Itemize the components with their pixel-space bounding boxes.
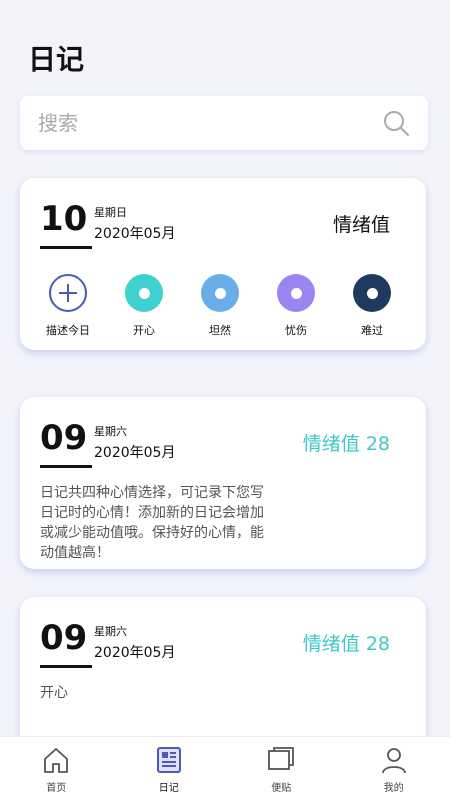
today-card: 10 星期日 2020年05月 情绪值 描述今日 开心 坦然 忧伤 难过 [20, 178, 426, 350]
nav-label: 我的 [383, 783, 404, 794]
nav-label: 日记 [158, 783, 179, 794]
mood-option-happy[interactable]: 开心 [106, 274, 182, 338]
weekday-label: 星期六 [94, 625, 127, 638]
home-icon[interactable] [41, 745, 71, 775]
day-underline [40, 465, 92, 468]
mood-selector: 描述今日 开心 坦然 忧伤 难过 [20, 274, 426, 338]
nav-item-home[interactable]: 首页 [0, 737, 113, 800]
day-underline [40, 665, 92, 668]
weekday-label: 星期日 [94, 206, 127, 219]
profile-icon[interactable] [379, 745, 409, 775]
add-icon[interactable] [49, 274, 87, 312]
mood-label: 开心 [133, 324, 155, 337]
bottom-nav: 首页 日记 便贴 我的 [0, 736, 450, 800]
page-title: 日记 [28, 43, 85, 76]
calm-mood-icon[interactable] [201, 274, 239, 312]
sticky-note-icon[interactable] [266, 745, 296, 775]
mood-label: 难过 [361, 324, 383, 337]
sad-mood-icon[interactable] [277, 274, 315, 312]
year-month-label: 2020年05月 [94, 445, 176, 461]
mood-score: 情绪值 28 [302, 433, 390, 455]
search-icon[interactable] [382, 109, 410, 137]
year-month-label: 2020年05月 [94, 226, 176, 242]
year-month-label: 2020年05月 [94, 645, 176, 661]
mood-label: 坦然 [209, 324, 231, 337]
mood-label: 描述今日 [46, 324, 90, 337]
upset-mood-icon[interactable] [353, 274, 391, 312]
nav-item-diary[interactable]: 日记 [113, 737, 226, 800]
entry-text: 开心 [40, 685, 68, 701]
mood-option-sad[interactable]: 忧伤 [258, 274, 334, 338]
diary-entry-card[interactable]: 09 星期六 2020年05月 情绪值 28 日记共四种心情选择，可记录下您写日… [20, 397, 426, 569]
weekday-label: 星期六 [94, 425, 127, 438]
day-underline [40, 246, 92, 249]
search-bar[interactable] [20, 96, 428, 150]
mood-option-calm[interactable]: 坦然 [182, 274, 258, 338]
nav-item-sticky[interactable]: 便贴 [225, 737, 338, 800]
day-number: 09 [40, 618, 88, 658]
nav-item-profile[interactable]: 我的 [338, 737, 450, 800]
entry-text: 日记共四种心情选择，可记录下您写日记时的心情！添加新的日记会增加或减少能动值哦。… [40, 485, 264, 561]
nav-label: 首页 [46, 783, 67, 794]
mood-option-upset[interactable]: 难过 [334, 274, 410, 338]
mood-value-title: 情绪值 [332, 214, 390, 236]
mood-score: 情绪值 28 [302, 633, 390, 655]
diary-icon[interactable] [154, 745, 184, 775]
diary-entry-card[interactable]: 09 星期六 2020年05月 情绪值 28 开心 [20, 597, 426, 757]
search-input[interactable] [38, 111, 382, 135]
day-number: 10 [40, 199, 88, 239]
mood-option-describe[interactable]: 描述今日 [30, 274, 106, 338]
nav-label: 便贴 [271, 783, 292, 794]
mood-label: 忧伤 [285, 324, 307, 337]
happy-mood-icon[interactable] [125, 274, 163, 312]
day-number: 09 [40, 418, 88, 458]
